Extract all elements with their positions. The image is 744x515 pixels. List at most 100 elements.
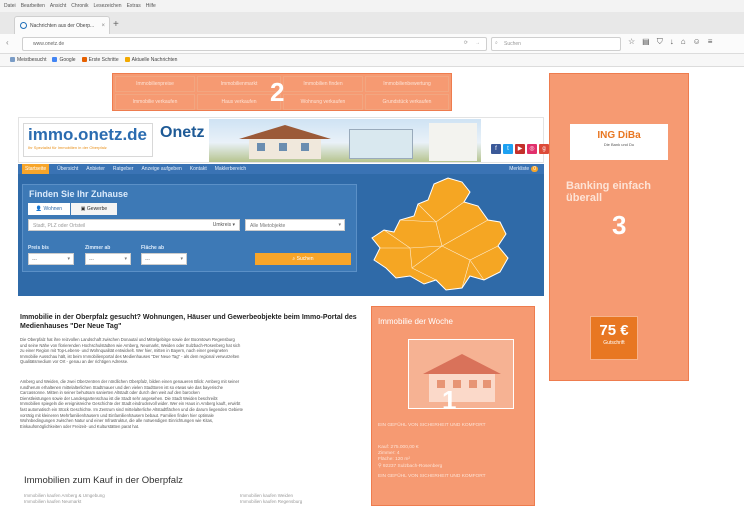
nav-merkliste[interactable]: Merkliste 0 (509, 166, 538, 172)
merkliste-count-badge: 0 (531, 166, 538, 172)
folder-icon (10, 57, 15, 63)
immo-onetz-logo[interactable]: immo.onetz.de Ihr Spezialist für Immobil… (23, 123, 153, 157)
bookmarks-bar: Meistbesucht Google Erste Schritte Aktue… (0, 54, 744, 67)
bookmark-google[interactable]: Google (52, 57, 76, 63)
nav-kontakt[interactable]: Kontakt (190, 166, 207, 172)
area-select[interactable]: --- ▾ (141, 253, 187, 265)
search-placeholder: Suchen (504, 41, 521, 47)
topnav-immobilienbewertung[interactable]: Immobilienbewertung (365, 76, 449, 92)
intro-paragraph-2: Amberg und Weiden, die zwei Oberzentren … (20, 379, 243, 429)
topnav-haus-verkaufen[interactable]: Haus verkaufen (197, 94, 281, 110)
back-icon[interactable]: ‹ (6, 38, 9, 47)
firefox-icon (81, 57, 87, 63)
radius-select[interactable]: Umkreis ▾ (213, 222, 235, 228)
download-icon[interactable]: ↓ (670, 37, 674, 47)
go-arrow-icon[interactable]: → (475, 40, 480, 46)
tab-title: Nachrichten aus der Oberp... (30, 22, 95, 29)
ad-headline: Banking einfach überall (566, 180, 651, 204)
intro-heading: Immobilie in der Oberpfalz gesucht? Wohn… (20, 314, 357, 330)
google-icon (52, 57, 58, 63)
bookmark-aktuelle-nachrichten[interactable]: Aktuelle Nachrichten (124, 57, 177, 63)
nav-ratgeber[interactable]: Ratgeber (113, 166, 134, 172)
chevron-down-icon: ▾ (180, 256, 183, 262)
search-form: Finden Sie Ihr Zuhause 👤 Wohnen ▣ Gewerb… (22, 184, 357, 272)
link-regensburg[interactable]: Immobilien kaufen Regensburg (240, 499, 302, 505)
tab-bar: Nachrichten aus der Oberp... × + (0, 12, 744, 34)
rooms-label: Zimmer ab (85, 245, 111, 251)
star-bookmark-icon[interactable]: ☆ (628, 37, 635, 47)
briefcase-icon: ▣ (80, 206, 86, 212)
search-button[interactable]: ⌕ Suchen (255, 253, 351, 265)
property-week-image[interactable] (408, 339, 514, 409)
nav-uebersicht[interactable]: Übersicht (57, 166, 78, 172)
topnav-immobilie-verkaufen[interactable]: Immobilie verkaufen (115, 94, 195, 110)
bookmark-meistbesucht[interactable]: Meistbesucht (10, 57, 46, 63)
tab-gewerbe[interactable]: ▣ Gewerbe (71, 203, 117, 215)
nav-anbieter[interactable]: Anbieter (86, 166, 105, 172)
menu-ansicht[interactable]: Ansicht (50, 3, 66, 9)
chevron-down-icon: ▾ (338, 222, 341, 228)
youtube-icon[interactable]: ▶ (515, 144, 525, 154)
map-pin-icon: ⚲ (378, 463, 382, 469)
intro-paragraph-1: Die Oberpfalz hat ihre reizvollen Landsc… (20, 337, 241, 365)
highlight-top-navigation: Immobilienpreise Immobilienmarkt Immobil… (112, 73, 452, 111)
menu-bearbeiten[interactable]: Bearbeiten (21, 3, 45, 9)
oberpfalz-map[interactable] (366, 176, 538, 294)
topnav-grundstueck-verkaufen[interactable]: Grundstück verkaufen (365, 94, 449, 110)
browser-tab[interactable]: Nachrichten aus der Oberp... × (14, 16, 110, 34)
navigation-bar: ‹ www.onetz.de ⟳ → ⌕ Suchen ☆ ▤ ⛉ ↓ ⌂ ☺ … (0, 34, 744, 54)
ing-diba-logo[interactable]: ING DiBa Die Bank und Du (570, 124, 668, 160)
property-footer[interactable]: EIN GEFÜHL VON SICHERHEIT UND KOMFORT (378, 474, 486, 480)
price-select[interactable]: --- ▾ (28, 253, 74, 265)
location-input[interactable]: Stadt, PLZ oder Ortsteil Umkreis ▾ (28, 219, 240, 231)
search-icon: ⌕ (292, 256, 296, 262)
area-label: Fläche ab (141, 245, 165, 251)
new-tab-icon[interactable]: + (113, 19, 119, 30)
close-tab-icon[interactable]: × (101, 23, 105, 29)
menu-bar: Datei Bearbeiten Ansicht Chronik Lesezei… (0, 0, 744, 12)
nav-startseite[interactable]: Startseite (22, 164, 50, 174)
chevron-down-icon: ▾ (67, 256, 70, 262)
link-neumarkt[interactable]: Immobilien kaufen Neumarkt (24, 499, 105, 505)
ad-price-badge[interactable]: 75 € Gutschrift (590, 316, 638, 360)
property-week-details: Kauf: 275.000,00 € Zimmer: 4 Fläche: 120… (378, 445, 486, 480)
tab-wohnen[interactable]: 👤 Wohnen (28, 203, 70, 215)
menu-hilfe[interactable]: Hilfe (146, 3, 156, 9)
property-week-title: Immobilie der Woche (378, 317, 453, 326)
topnav-immobilien-finden[interactable]: Immobilien finden (283, 76, 363, 92)
reading-list-icon[interactable]: ▤ (642, 37, 650, 47)
twitter-icon[interactable]: t (503, 144, 513, 154)
links-right: Immobilien kaufen Weiden Immobilien kauf… (240, 493, 302, 505)
reload-icon[interactable]: ⟳ (464, 40, 468, 46)
hamburger-menu-icon[interactable]: ≡ (708, 37, 713, 47)
home-icon[interactable]: ⌂ (681, 37, 686, 47)
main-navigation: Startseite Übersicht Anbieter Ratgeber A… (18, 164, 544, 174)
menu-chronik[interactable]: Chronik (71, 3, 88, 9)
bookmark-erste-schritte[interactable]: Erste Schritte (81, 57, 119, 63)
marker-1: 1 (442, 385, 457, 415)
menu-lesezeichen[interactable]: Lesezeichen (94, 3, 122, 9)
rss-icon (124, 57, 130, 63)
search-bar[interactable]: ⌕ Suchen (491, 37, 621, 51)
topnav-immobilienpreise[interactable]: Immobilienpreise (115, 76, 195, 92)
instagram-icon[interactable]: ◎ (527, 144, 537, 154)
nav-maklerbereich[interactable]: Maklerbereich (215, 166, 246, 172)
hero-search-area: Finden Sie Ihr Zuhause 👤 Wohnen ▣ Gewerb… (18, 174, 544, 296)
onetz-brand[interactable]: Onetz (160, 124, 204, 142)
price-label: Preis bis (28, 245, 49, 251)
nav-anzeige-aufgeben[interactable]: Anzeige aufgeben (141, 166, 181, 172)
googleplus-icon[interactable]: g (539, 144, 549, 154)
smiley-icon[interactable]: ☺ (693, 37, 701, 47)
category-select[interactable]: Alle Mietobjekte ▾ (245, 219, 345, 231)
url-text: www.onetz.de (33, 41, 65, 47)
menu-extras[interactable]: Extras (127, 3, 141, 9)
url-bar[interactable]: www.onetz.de ⟳ → (22, 37, 487, 51)
topnav-wohnung-verkaufen[interactable]: Wohnung verkaufen (283, 94, 363, 110)
pocket-icon[interactable]: ⛉ (657, 37, 663, 47)
menu-datei[interactable]: Datei (4, 3, 16, 9)
logo-subtitle: Ihr Spezialist für Immobilien in der Obe… (28, 145, 107, 150)
header-house-image (209, 119, 481, 162)
rooms-select[interactable]: --- ▾ (85, 253, 131, 265)
topnav-immobilienmarkt[interactable]: Immobilienmarkt (197, 76, 281, 92)
facebook-icon[interactable]: f (491, 144, 501, 154)
